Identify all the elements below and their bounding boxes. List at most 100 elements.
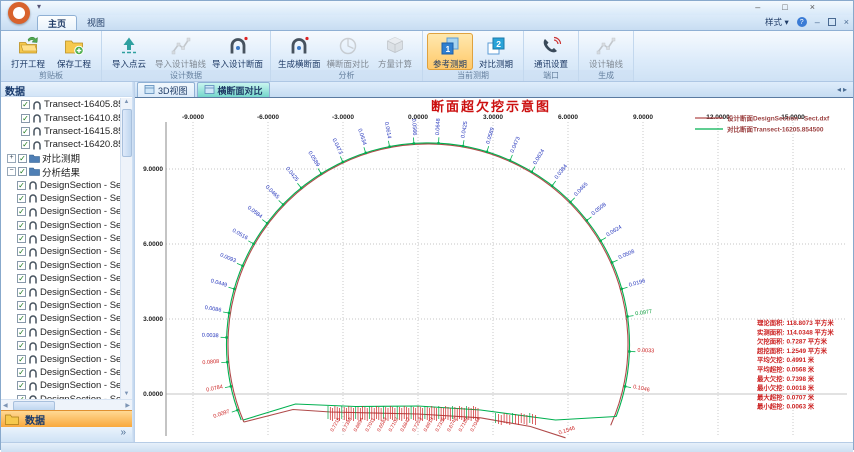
ribbon-button-对比测期[interactable]: 2对比测期: [473, 33, 519, 70]
tree-item-design-section[interactable]: ✓DesignSection - Sect: [1, 352, 121, 365]
tree-item-design-section[interactable]: ✓DesignSection - Sect: [1, 366, 121, 379]
quick-access-dropdown-icon[interactable]: ▾: [37, 2, 41, 11]
checkbox[interactable]: ✓: [21, 140, 30, 149]
section-icon: [28, 274, 38, 284]
ribbon-group-2: 生成横断面横断面对比方量计算分析: [271, 31, 423, 81]
checkbox[interactable]: ✓: [21, 114, 30, 123]
checkbox[interactable]: ✓: [17, 274, 26, 283]
ribbon-button-导入点云[interactable]: 导入点云: [106, 33, 152, 70]
help-icon[interactable]: ?: [797, 17, 807, 27]
svg-text:欠挖面积: 0.7287 平方米: 欠挖面积: 0.7287 平方米: [757, 337, 828, 346]
ribbon-button-生成横断面[interactable]: 生成横断面: [275, 33, 324, 70]
ribbon-minimize-button[interactable]: –: [815, 17, 820, 27]
checkbox[interactable]: ✓: [18, 167, 27, 176]
svg-text:断面超欠挖示意图: 断面超欠挖示意图: [431, 99, 551, 114]
expand-icon[interactable]: +: [7, 154, 16, 163]
tree-item-design-section[interactable]: ✓DesignSection - Sect: [1, 232, 121, 245]
scroll-down-icon[interactable]: ▼: [121, 390, 132, 399]
checkbox[interactable]: ✓: [17, 181, 26, 190]
more-options-icon[interactable]: »: [120, 427, 126, 438]
minimize-button[interactable]: –: [755, 1, 760, 14]
tree-item-design-section[interactable]: ✓DesignSection - Sect: [1, 259, 121, 272]
tree-item-design-section[interactable]: ✓DesignSection - Sect: [1, 245, 121, 258]
svg-text:最大欠挖: 0.7398 米: 最大欠挖: 0.7398 米: [757, 374, 815, 383]
sidebar-data-button[interactable]: 数据: [1, 410, 132, 427]
checkbox[interactable]: ✓: [17, 288, 26, 297]
ribbon-button-通讯设置[interactable]: 通讯设置: [528, 33, 574, 70]
tree-item-design-section[interactable]: ✓DesignSection - Sect: [1, 192, 121, 205]
ribbon-button-横断面对比[interactable]: 横断面对比: [324, 33, 373, 70]
ribbon-close-button[interactable]: ×: [844, 17, 849, 27]
checkbox[interactable]: ✓: [21, 100, 30, 109]
scroll-up-icon[interactable]: ▲: [121, 98, 132, 107]
ribbon-button-导入设计轴线[interactable]: 导入设计轴线: [152, 33, 209, 70]
checkbox[interactable]: ✓: [17, 341, 26, 350]
checkbox[interactable]: ✓: [17, 207, 26, 216]
ribbon-button-导入设计断面[interactable]: 导入设计断面: [209, 33, 266, 70]
svg-text:对比断面Transect-16205.854500: 对比断面Transect-16205.854500: [727, 124, 824, 133]
tree-item-transect[interactable]: ✓ Transect-16405.85: [1, 98, 121, 111]
checkbox[interactable]: ✓: [18, 154, 27, 163]
app-logo-icon[interactable]: [8, 2, 30, 24]
checkbox[interactable]: ✓: [17, 247, 26, 256]
ribbon-button-方量计算[interactable]: 方量计算: [372, 33, 418, 70]
tree-item-transect[interactable]: ✓ Transect-16410.85: [1, 111, 121, 124]
maximize-button[interactable]: □: [782, 1, 787, 14]
checkbox[interactable]: ✓: [17, 355, 26, 364]
checkbox[interactable]: ✓: [17, 221, 26, 230]
tab-nav-arrows[interactable]: ◂▸: [837, 85, 849, 94]
tree-item-folder[interactable]: +✓对比测期: [1, 152, 121, 165]
checkbox[interactable]: ✓: [17, 261, 26, 270]
tree-item-label: Transect-16405.85: [44, 99, 121, 110]
ribbon-group-3: 1参考测期2对比测期当前测期: [423, 31, 524, 81]
tree-item-label: Transect-16410.85: [44, 113, 121, 124]
document-tab-1[interactable]: 横断面对比: [197, 82, 270, 97]
ribbon-button-打开工程[interactable]: 打开工程: [5, 33, 51, 70]
ribbon-restore-button[interactable]: [828, 18, 836, 26]
polyline-icon: [170, 34, 192, 58]
tree-item-label: Transect-16420.85: [44, 139, 121, 150]
tree-item-transect[interactable]: ✓Transect-16415.85: [1, 125, 121, 138]
checkbox[interactable]: ✓: [17, 234, 26, 243]
tree-vertical-scrollbar[interactable]: ▲ ▼: [120, 98, 132, 399]
ribbon-button-保存工程[interactable]: 保存工程: [51, 33, 97, 70]
sidebar-options-strip[interactable]: »: [1, 427, 132, 442]
style-menu[interactable]: 样式 ▾: [765, 16, 789, 28]
tree-item-design-section[interactable]: ✓DesignSection - Sect: [1, 219, 121, 232]
checkbox[interactable]: ✓: [17, 328, 26, 337]
scroll-left-icon[interactable]: ◀: [3, 402, 8, 409]
ribbon-tab-0[interactable]: 主页: [37, 15, 77, 30]
tree-item-design-section[interactable]: ✓DesignSection - Sect: [1, 339, 121, 352]
checkbox[interactable]: ✓: [17, 301, 26, 310]
checkbox[interactable]: ✓: [17, 194, 26, 203]
document-tab-0[interactable]: 3D视图: [137, 82, 195, 97]
tree-item-design-section[interactable]: ✓DesignSection - Sect: [1, 285, 121, 298]
tree-item-design-section[interactable]: ✓DesignSection - Sect: [1, 379, 121, 392]
nav-right-icon[interactable]: ▸: [843, 85, 849, 94]
section-icon: [28, 381, 38, 391]
scrollbar-thumb[interactable]: [122, 109, 132, 157]
sidebar-title: 数据: [1, 82, 132, 97]
ribbon-button-label: 对比测期: [479, 58, 513, 70]
checkbox[interactable]: ✓: [17, 314, 26, 323]
tree-item-design-section[interactable]: ✓DesignSection - Sect: [1, 178, 121, 191]
checkbox[interactable]: ✓: [17, 381, 26, 390]
cross-section-chart[interactable]: -9.0000-6.0000-3.00000.00003.00006.00009…: [135, 98, 853, 447]
tree-item-design-section[interactable]: ✓DesignSection - Sect: [1, 312, 121, 325]
scroll-right-icon[interactable]: ▶: [125, 402, 130, 409]
ribbon-tab-1[interactable]: 视图: [77, 15, 115, 30]
checkbox[interactable]: ✓: [17, 368, 26, 377]
expand-icon[interactable]: −: [7, 167, 16, 176]
tree-item-design-section[interactable]: ✓DesignSection - Sect: [1, 205, 121, 218]
checkbox[interactable]: ✓: [21, 127, 30, 136]
ribbon-button-设计轴线[interactable]: 设计轴线: [583, 33, 629, 70]
tree-item-design-section[interactable]: ✓DesignSection - Sect: [1, 299, 121, 312]
tree-item-folder[interactable]: −✓分析结果: [1, 165, 121, 178]
close-button[interactable]: ×: [810, 1, 815, 14]
tree-item-design-section[interactable]: ✓DesignSection - Sect: [1, 272, 121, 285]
folder-icon: [29, 154, 40, 163]
ribbon-button-参考测期[interactable]: 1参考测期: [427, 33, 473, 70]
tree-item-transect[interactable]: ✓ Transect-16420.85: [1, 138, 121, 151]
tree-item-design-section[interactable]: ✓DesignSection - Sect: [1, 326, 121, 339]
window-icon: [144, 84, 155, 97]
